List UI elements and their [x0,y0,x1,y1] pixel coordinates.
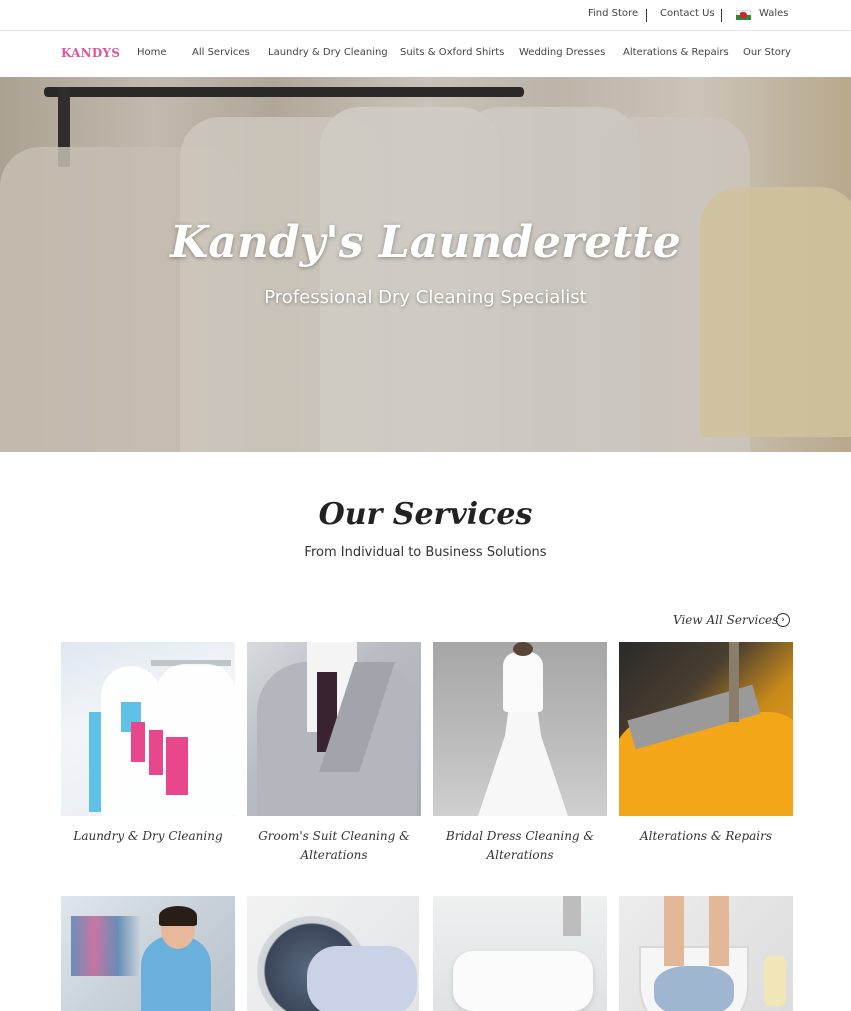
nav-item-wedding-dresses[interactable]: Wedding Dresses [519,47,605,58]
divider [721,9,722,22]
find-store-link[interactable]: Find Store [588,8,638,19]
nav-item-laundry-dry-cleaning[interactable]: Laundry & Dry Cleaning [268,47,388,58]
utility-bar: Find Store Contact Us Wales [0,0,851,31]
logo[interactable]: KANDYS [61,46,120,60]
service-card-image-handwash[interactable] [619,896,793,1011]
arrow-circle-right-icon[interactable]: › [776,613,790,627]
wales-flag-icon[interactable] [736,10,751,20]
nav-item-our-story[interactable]: Our Story [743,47,791,58]
contact-us-link[interactable]: Contact Us [660,8,715,19]
service-card-label[interactable]: Laundry & Dry Cleaning [61,827,235,846]
service-card-label[interactable]: Groom's Suit Cleaning & Alterations [247,827,421,865]
hero-banner: Kandy's Launderette Professional Dry Cle… [0,77,851,452]
view-all-services-link[interactable]: View All Services [673,613,778,627]
divider [646,9,647,22]
services-title: Our Services [318,497,533,532]
service-card-image-commercial[interactable] [61,896,235,1011]
service-card-image-suit[interactable] [247,642,421,816]
service-card-image-laundry[interactable] [61,642,235,816]
service-card-label[interactable]: Alterations & Repairs [619,827,793,846]
service-card-image-washing[interactable] [247,896,419,1011]
nav-item-all-services[interactable]: All Services [192,47,250,58]
region-selector[interactable]: Wales [759,8,789,19]
main-nav: KANDYS Home All Services Laundry & Dry C… [0,32,851,77]
service-card-image-bridal[interactable] [433,642,607,816]
hero-title: Kandy's Launderette [170,217,681,268]
service-card-image-alterations[interactable] [619,642,793,816]
nav-item-suits-oxford-shirts[interactable]: Suits & Oxford Shirts [400,47,504,58]
service-card-image-duvet[interactable] [433,896,607,1011]
hero-subtitle: Professional Dry Cleaning Specialist [264,287,587,308]
services-subtitle: From Individual to Business Solutions [304,545,547,560]
nav-item-alterations-repairs[interactable]: Alterations & Repairs [623,47,729,58]
nav-item-home[interactable]: Home [137,47,167,58]
service-card-label[interactable]: Bridal Dress Cleaning & Alterations [433,827,607,865]
